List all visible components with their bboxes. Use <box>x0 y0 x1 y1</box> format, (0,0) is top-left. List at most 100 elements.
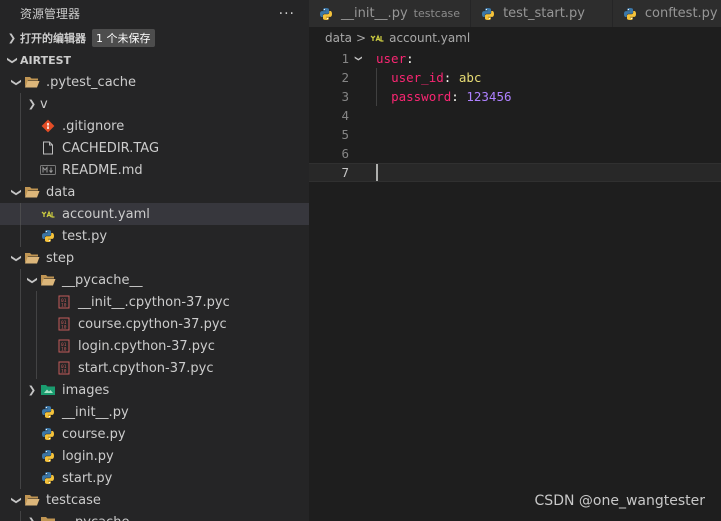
tree-item-label: step <box>46 250 75 266</box>
svg-text:10: 10 <box>61 347 67 353</box>
tree-item-label: login.py <box>62 448 114 464</box>
indent-guide <box>20 203 21 225</box>
line-number: 3 <box>341 89 349 104</box>
indent-guide <box>20 313 21 335</box>
watermark: CSDN @one_wangtester <box>534 493 705 509</box>
tree-file[interactable]: account.yaml <box>0 203 309 225</box>
tree-item-label: README.md <box>62 162 143 178</box>
tab-conftest-py[interactable]: conftest.py <box>612 0 721 27</box>
breadcrumb-folder[interactable]: data <box>325 31 352 45</box>
python-icon <box>319 6 335 22</box>
text-cursor <box>376 164 378 181</box>
tree-folder[interactable]: ❯ __pycache__ <box>0 511 309 521</box>
tree-file[interactable]: 01 10 login.cpython-37.pyc <box>0 335 309 357</box>
indent-guide <box>20 115 21 137</box>
indent-guide <box>20 159 21 181</box>
code-text: user_id: abc <box>391 70 482 85</box>
line-number: 7 <box>341 165 349 180</box>
svg-text:10: 10 <box>61 303 67 309</box>
tab-label: __init__.py <box>341 6 408 21</box>
tree-folder[interactable]: ❯ __pycache__ <box>0 269 309 291</box>
tree-folder[interactable]: ❯ v <box>0 93 309 115</box>
tree-file[interactable]: start.py <box>0 467 309 489</box>
code-text <box>365 164 378 181</box>
tree-file[interactable]: 01 10 __init__.cpython-37.pyc <box>0 291 309 313</box>
tree-folder[interactable]: ❯ testcase <box>0 489 309 511</box>
tree-item-label: course.py <box>62 426 126 442</box>
code-line[interactable]: 6 <box>309 144 721 163</box>
tree-item-label: test.py <box>62 228 108 244</box>
indent-guide <box>36 313 37 335</box>
tab-test-start-py[interactable]: test_start.py <box>471 0 613 27</box>
more-actions-button[interactable]: ··· <box>279 6 295 22</box>
tree-folder[interactable]: ❯ images <box>0 379 309 401</box>
chevron-right-icon[interactable]: ❯ <box>24 385 40 396</box>
chevron-down-icon[interactable]: ❯ <box>8 77 24 88</box>
code-line[interactable]: 3 password: 123456 <box>309 87 721 106</box>
tree-folder[interactable]: ❯ data <box>0 181 309 203</box>
chevron-right-icon: ❯ <box>7 32 17 44</box>
markdown-icon <box>40 162 56 178</box>
folder-open-icon <box>24 250 40 266</box>
chevron-down-icon[interactable]: ❯ <box>8 495 24 506</box>
tree-item-label: testcase <box>46 492 101 508</box>
python-icon <box>40 448 56 464</box>
tab-label: conftest.py <box>644 6 718 21</box>
tree-item-label: data <box>46 184 76 200</box>
python-icon <box>481 6 497 22</box>
breadcrumb-separator: > <box>356 31 367 45</box>
tree-item-label: images <box>62 382 110 398</box>
indent-guide <box>20 269 21 291</box>
workspace-root-label: AIRTEST <box>20 53 72 67</box>
tree-item-label: v <box>40 96 48 112</box>
current-code-line[interactable]: 7 <box>309 163 721 182</box>
tree-item-label: __pycache__ <box>62 272 143 288</box>
binary-icon: 01 10 <box>56 360 72 376</box>
python-icon <box>623 6 639 22</box>
code-line[interactable]: 1 ❯ user: <box>309 49 721 68</box>
code-line[interactable]: 5 <box>309 125 721 144</box>
tree-folder[interactable]: ❯ step <box>0 247 309 269</box>
tree-file[interactable]: 01 10 start.cpython-37.pyc <box>0 357 309 379</box>
open-editors-label: 打开的编辑器 <box>20 32 86 45</box>
chevron-right-icon[interactable]: ❯ <box>24 99 40 110</box>
indent-guide <box>20 225 21 247</box>
code-line[interactable]: 2 user_id: abc <box>309 68 721 87</box>
indent-guide <box>36 357 37 379</box>
tree-file[interactable]: login.py <box>0 445 309 467</box>
folder-open-icon <box>24 492 40 508</box>
tree-item-label: login.cpython-37.pyc <box>78 338 215 354</box>
python-icon <box>40 228 56 244</box>
code-line[interactable]: 4 <box>309 106 721 125</box>
indent-guide <box>20 137 21 159</box>
tree-file[interactable]: README.md <box>0 159 309 181</box>
tree-file[interactable]: 01 10 course.cpython-37.pyc <box>0 313 309 335</box>
yaml-key: user <box>376 51 407 66</box>
tree-file[interactable]: course.py <box>0 423 309 445</box>
tree-item-label: CACHEDIR.TAG <box>62 140 160 156</box>
tree-folder[interactable]: ❯ .pytest_cache <box>0 71 309 93</box>
open-editors-section[interactable]: ❯ 打开的编辑器 1 个未保存 <box>0 27 309 49</box>
chevron-down-icon[interactable]: ❯ <box>8 253 24 264</box>
python-icon <box>40 426 56 442</box>
line-number: 6 <box>341 146 349 161</box>
chevron-down-icon[interactable]: ❯ <box>24 275 40 286</box>
breadcrumb: data > account.yaml <box>309 27 721 49</box>
workspace-root-section[interactable]: ❯ AIRTEST <box>0 49 309 71</box>
tab-init-py[interactable]: __init__.py testcase <box>309 0 472 27</box>
tree-file[interactable]: __init__.py <box>0 401 309 423</box>
fold-chevron-icon[interactable]: ❯ <box>351 53 365 64</box>
code-editor[interactable]: 1 ❯ user: 2 user_id: abc 3 password: 123… <box>309 49 721 521</box>
indent-guide <box>20 335 21 357</box>
tree-file[interactable]: CACHEDIR.TAG <box>0 137 309 159</box>
binary-icon: 01 10 <box>56 338 72 354</box>
tree-item-label: .gitignore <box>62 118 125 134</box>
breadcrumb-file[interactable]: account.yaml <box>389 31 470 45</box>
chevron-down-icon[interactable]: ❯ <box>8 187 24 198</box>
chevron-right-icon[interactable]: ❯ <box>24 517 40 521</box>
tree-file[interactable]: .gitignore <box>0 115 309 137</box>
code-text: password: 123456 <box>391 89 512 104</box>
tab-label: test_start.py <box>503 6 585 21</box>
svg-text:10: 10 <box>61 325 67 331</box>
tree-file[interactable]: test.py <box>0 225 309 247</box>
